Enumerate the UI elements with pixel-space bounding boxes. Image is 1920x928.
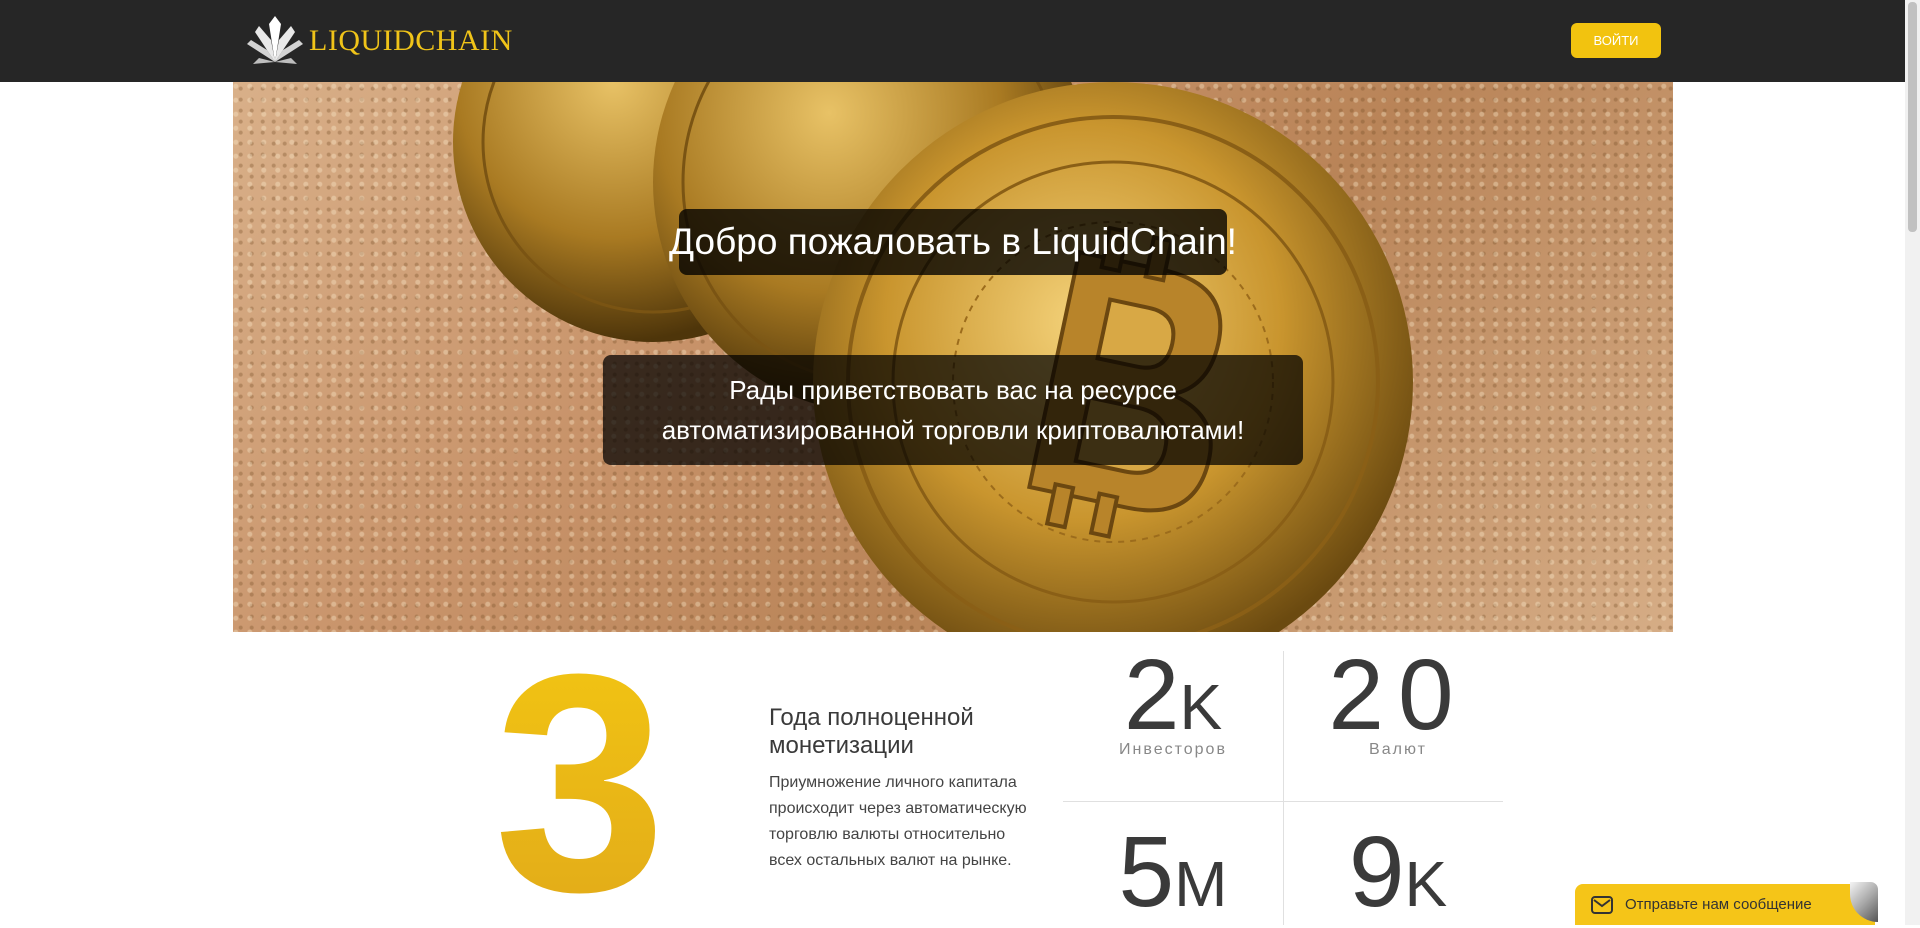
stat-label: Валют [1369, 741, 1427, 758]
years-title: Года полноценной монетизации [769, 704, 974, 759]
hero-title: Добро пожаловать в LiquidChain! [669, 209, 1237, 275]
stat-suffix: K [1179, 671, 1223, 743]
brand-logo[interactable]: LIQUIDCHAIN [245, 14, 513, 68]
years-number-graphic: 3 [494, 610, 666, 910]
stat-millions: 5M [1063, 822, 1283, 922]
login-button[interactable]: ВОЙТИ [1571, 23, 1661, 58]
hero-subtitle: Рады приветствовать вас на ресурсе автом… [603, 355, 1303, 465]
stats-divider-horizontal [1063, 801, 1503, 802]
lotus-logo-icon [247, 16, 303, 64]
stat-value: 20 [1328, 639, 1468, 751]
stat-value: 2 [1123, 639, 1180, 751]
stat-suffix: M [1174, 848, 1228, 920]
stat-suffix: K [1404, 848, 1448, 920]
stat-currencies: 20 Валют [1288, 645, 1508, 759]
chat-widget-button[interactable]: Отправьте нам сообщение [1575, 884, 1875, 925]
page-scrollbar[interactable] [1905, 0, 1920, 925]
stat-thousands: 9K [1288, 822, 1508, 922]
stats-divider-vertical [1283, 651, 1284, 925]
scrollbar-thumb[interactable] [1908, 2, 1917, 232]
stat-value: 5 [1118, 816, 1175, 928]
stat-investors: 2K Инвесторов [1063, 645, 1283, 759]
years-description: Приумножение личного капитала происходит… [769, 774, 1027, 869]
stat-value: 9 [1348, 816, 1405, 928]
stat-label: Инвесторов [1119, 741, 1227, 758]
top-navbar: LIQUIDCHAIN ВОЙТИ [0, 0, 1905, 82]
chat-widget-label: Отправьте нам сообщение [1625, 896, 1812, 913]
hero-banner: Добро пожаловать в LiquidChain! Рады при… [233, 82, 1673, 632]
envelope-icon [1591, 895, 1613, 914]
brand-name: LIQUIDCHAIN [309, 24, 513, 57]
years-value: 3 [494, 610, 666, 910]
